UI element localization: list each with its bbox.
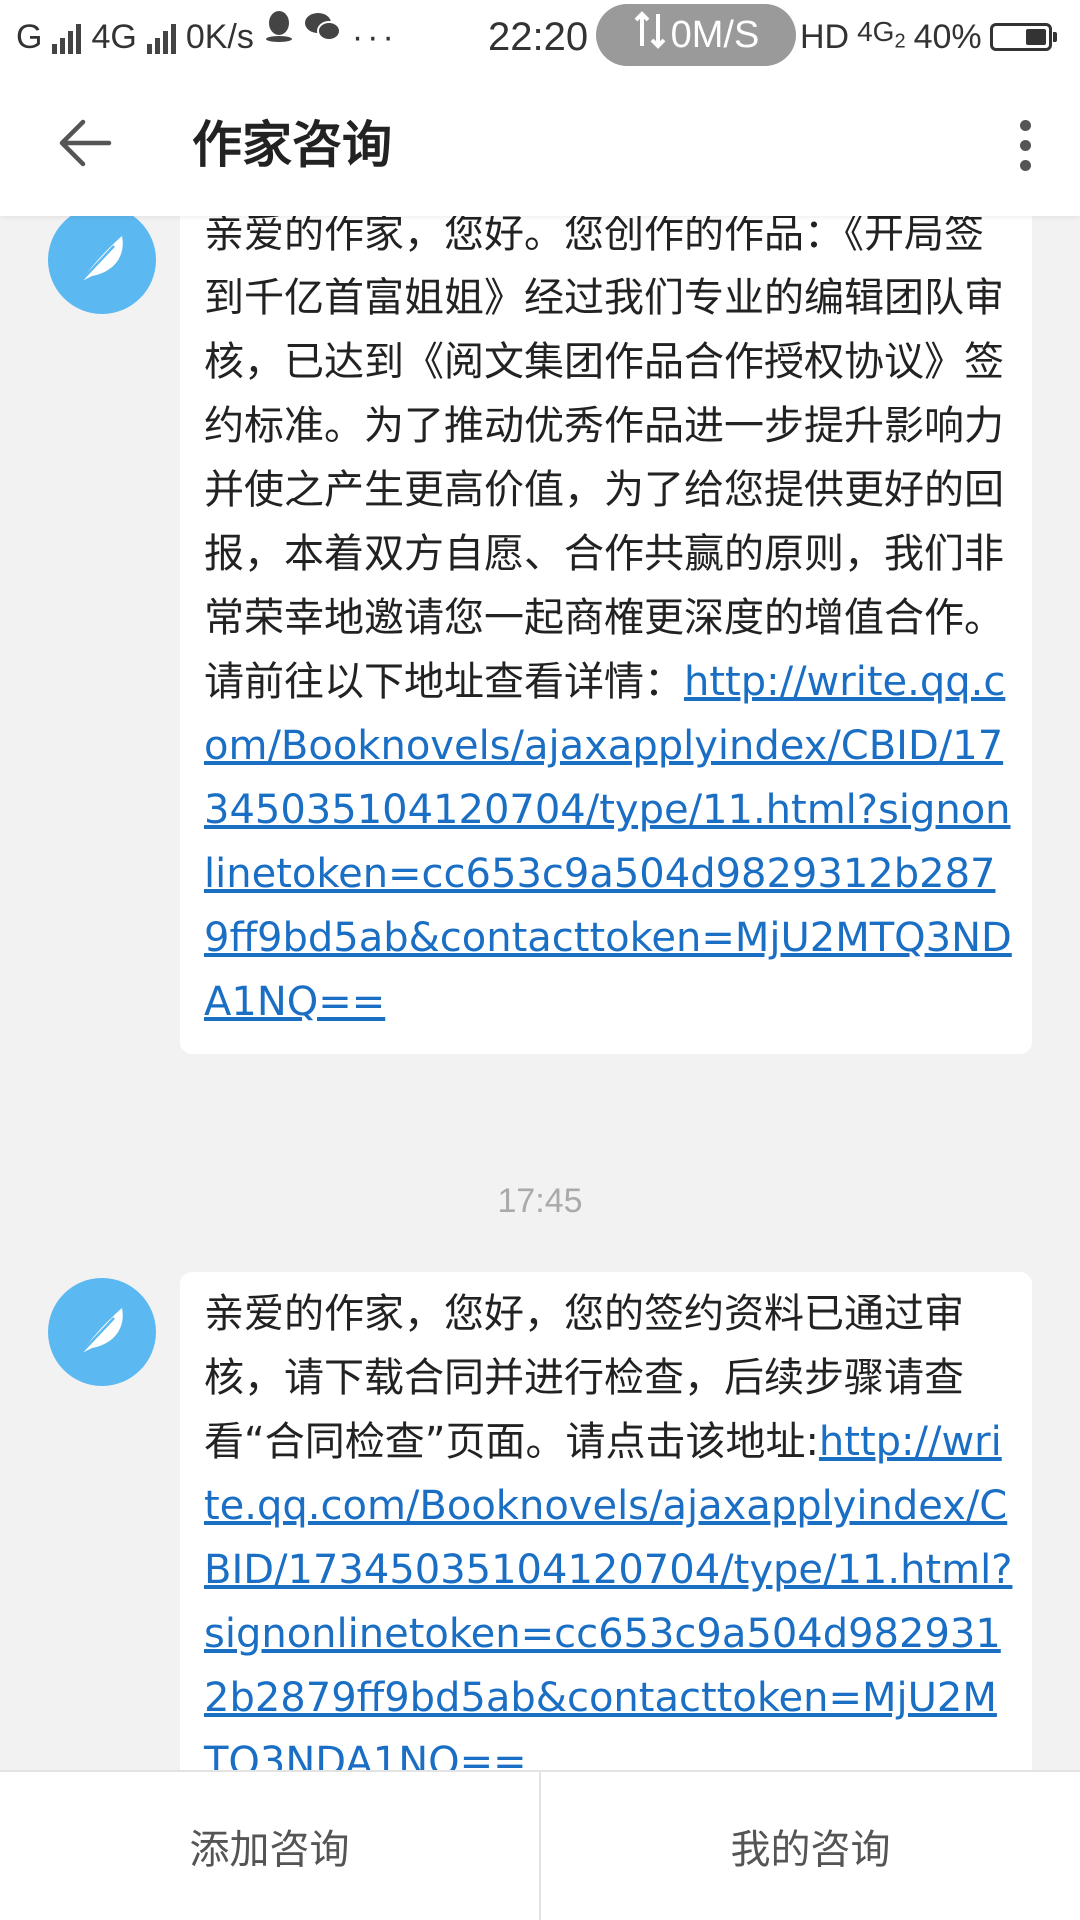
sender-avatar[interactable] [48, 1278, 156, 1386]
message-timestamp: 17:45 [497, 1182, 583, 1220]
clock: 22:20 [488, 15, 589, 59]
status-bar: G 4G 0K/s ··· 22:20 0M/S HD 4G2 40% [0, 0, 1080, 74]
hd-label: HD [800, 18, 850, 56]
back-button[interactable] [40, 110, 130, 180]
app-bar: 作家咨询 [0, 74, 1080, 216]
battery-fill [1025, 29, 1046, 45]
network-type: 4G [857, 16, 895, 48]
page-title: 作家咨询 [192, 116, 392, 174]
battery-icon [989, 23, 1057, 51]
carrier2-label: 4G [91, 18, 137, 56]
status-left: G 4G 0K/s ··· [16, 11, 398, 58]
chat-list[interactable]: 亲爱的作家，您好。您创作的作品：《开局签到千亿首富姐姐》经过我们专业的编辑团队审… [0, 216, 1080, 1770]
dot-icon [1019, 159, 1031, 171]
dot-icon [1019, 139, 1031, 151]
qq-icon [264, 9, 294, 52]
message-bubble: 亲爱的作家，您好，您的签约资料已通过审核，请下载合同并进行检查，后续步骤请查看“… [180, 1272, 1032, 1770]
speed-pill: 0M/S [596, 4, 796, 66]
message-link[interactable]: http://write.qq.com/Booknovels/ajaxapply… [204, 659, 1012, 1025]
status-right: HD 4G2 40% [800, 16, 1057, 58]
my-consultations-button[interactable]: 我的咨询 [541, 1772, 1080, 1920]
bottom-bar: 添加咨询 我的咨询 [0, 1770, 1080, 1920]
feather-icon [70, 1298, 134, 1366]
sender-avatar[interactable] [48, 216, 156, 314]
signal-icon [52, 24, 82, 54]
message-text: 亲爱的作家，您好。您创作的作品：《开局签到千亿首富姐姐》经过我们专业的编辑团队审… [204, 216, 1004, 705]
wechat-icon [304, 11, 342, 52]
speed-pill-label: 0M/S [670, 13, 760, 56]
network-label: 4G2 [857, 11, 905, 63]
network-sub: 2 [894, 30, 906, 53]
signal-icon-2 [146, 24, 176, 54]
battery-percent: 40% [913, 18, 982, 56]
transfer-arrows-icon [633, 10, 667, 60]
app-screen: G 4G 0K/s ··· 22:20 0M/S HD 4G2 40% 作家咨询… [0, 0, 1080, 1920]
message-bubble: 亲爱的作家，您好。您创作的作品：《开局签到千亿首富姐姐》经过我们专业的编辑团队审… [180, 216, 1032, 1054]
carrier1-label: G [16, 18, 43, 56]
arrow-left-icon [57, 118, 113, 172]
dot-icon [1019, 119, 1031, 131]
more-options-button[interactable] [1000, 110, 1050, 180]
add-consultation-button[interactable]: 添加咨询 [0, 1772, 539, 1920]
more-notifications: ··· [351, 18, 398, 56]
feather-icon [70, 226, 134, 294]
net-speed-label: 0K/s [185, 18, 254, 56]
message-link[interactable]: http://write.qq.com/Booknovels/ajaxapply… [204, 1419, 1012, 1770]
